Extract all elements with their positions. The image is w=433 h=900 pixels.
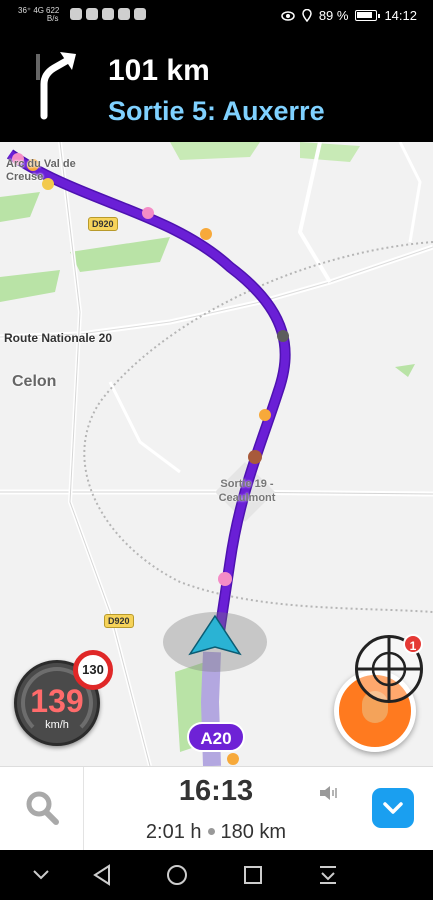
system-navigation-bar: [0, 850, 433, 900]
data-speed: 622 B/s: [46, 7, 59, 23]
map-view[interactable]: Arc du Val de Creuse D920 Route National…: [0, 142, 433, 766]
chevron-down-icon: [383, 802, 403, 814]
gallery-icon: [118, 8, 130, 20]
status-bar: 36⁺ 4G 622 B/s 89 % 14:12: [0, 0, 433, 34]
location-icon: [302, 9, 312, 22]
notification-badge: 1: [403, 634, 423, 654]
battery-icon: [355, 10, 381, 21]
messenger-icon: [86, 8, 98, 20]
search-button[interactable]: [0, 767, 84, 851]
speed-limit-sign: 130: [73, 650, 113, 690]
speed-unit: km/h: [45, 719, 69, 731]
missed-call-icon: [70, 8, 82, 20]
trip-summary: 2:01 h 180 km: [84, 821, 348, 844]
notification-pull-icon[interactable]: [318, 864, 338, 886]
battery-percent: 89 %: [318, 8, 349, 23]
snapchat-icon: [134, 8, 146, 20]
turn-right-arrow-icon: [36, 52, 76, 120]
road-badge-d920-top: D920: [88, 217, 118, 231]
status-right: 89 % 14:12: [281, 8, 417, 23]
distance-to-turn: 101 km: [108, 54, 210, 87]
eta-bar[interactable]: 16:13 2:01 h 180 km: [0, 766, 433, 851]
clock: 14:12: [384, 8, 417, 23]
eye-comfort-icon: [281, 10, 295, 21]
navigation-instruction-panel[interactable]: 101 km Sortie 5: Auxerre: [0, 34, 433, 142]
network-indicator: 36⁺ 4G: [18, 6, 45, 15]
arrival-time: 16:13: [178, 775, 254, 807]
map-label-exit: Sortie 19 - Ceaulmont: [218, 478, 276, 504]
facebook-icon: [102, 8, 114, 20]
back-icon[interactable]: [92, 864, 112, 886]
map-label-town: Arc du Val de Creuse: [6, 158, 76, 183]
menu-button[interactable]: [372, 788, 414, 828]
search-icon: [26, 791, 59, 825]
turn-instruction: Sortie 5: Auxerre: [108, 96, 325, 126]
road-badge-d920-bottom: D920: [104, 614, 134, 628]
trip-distance: 180 km: [220, 821, 287, 843]
separator-dot: [207, 827, 215, 835]
notification-icons: [70, 8, 146, 20]
map-label-place: Celon: [12, 373, 57, 390]
sound-icon[interactable]: [318, 785, 338, 801]
home-icon[interactable]: [166, 864, 188, 886]
map-label-road: Route Nationale 20: [4, 331, 113, 345]
data-speed-unit: B/s: [46, 14, 59, 23]
trip-duration: 2:01 h: [145, 821, 202, 843]
recents-icon[interactable]: [243, 864, 263, 886]
hide-nav-chevron-icon[interactable]: [32, 864, 50, 886]
highway-badge: A20: [187, 722, 245, 752]
